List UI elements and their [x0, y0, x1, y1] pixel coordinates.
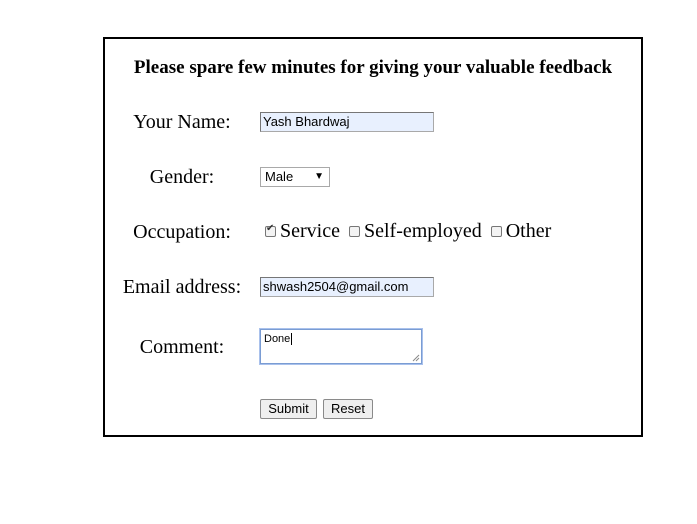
occupation-other-checkbox[interactable]	[490, 226, 502, 237]
occupation-options: Service Self-employed Other	[265, 220, 560, 243]
occupation-service-label: Service	[280, 220, 340, 242]
gender-label: Gender:	[149, 166, 215, 188]
form-title: Please spare few minutes for giving your…	[133, 57, 613, 78]
submit-button[interactable]: Submit	[260, 399, 317, 419]
feedback-form: Please spare few minutes for giving your…	[103, 37, 643, 437]
occupation-label: Occupation:	[133, 221, 231, 243]
occupation-self-employed-checkbox[interactable]	[348, 226, 360, 237]
occupation-self-employed-label: Self-employed	[363, 220, 482, 242]
gender-selected-value: Male	[265, 169, 294, 184]
comment-text: Done	[264, 333, 291, 345]
comment-label: Comment:	[139, 336, 225, 358]
name-input[interactable]: Yash Bhardwaj	[260, 112, 434, 132]
text-caret	[291, 333, 293, 346]
occupation-other-label: Other	[505, 220, 552, 242]
dropdown-arrow-icon: ▼	[314, 171, 324, 182]
comment-textarea[interactable]: Done	[259, 328, 423, 365]
gender-select[interactable]: Male ▼	[260, 167, 330, 187]
resize-handle-icon[interactable]	[412, 354, 420, 362]
name-label: Your Name:	[133, 111, 231, 133]
occupation-service-checkbox[interactable]	[265, 223, 276, 237]
email-label: Email address:	[122, 276, 242, 298]
reset-button[interactable]: Reset	[323, 399, 373, 419]
email-input[interactable]: shwash2504@gmail.com	[260, 277, 434, 297]
